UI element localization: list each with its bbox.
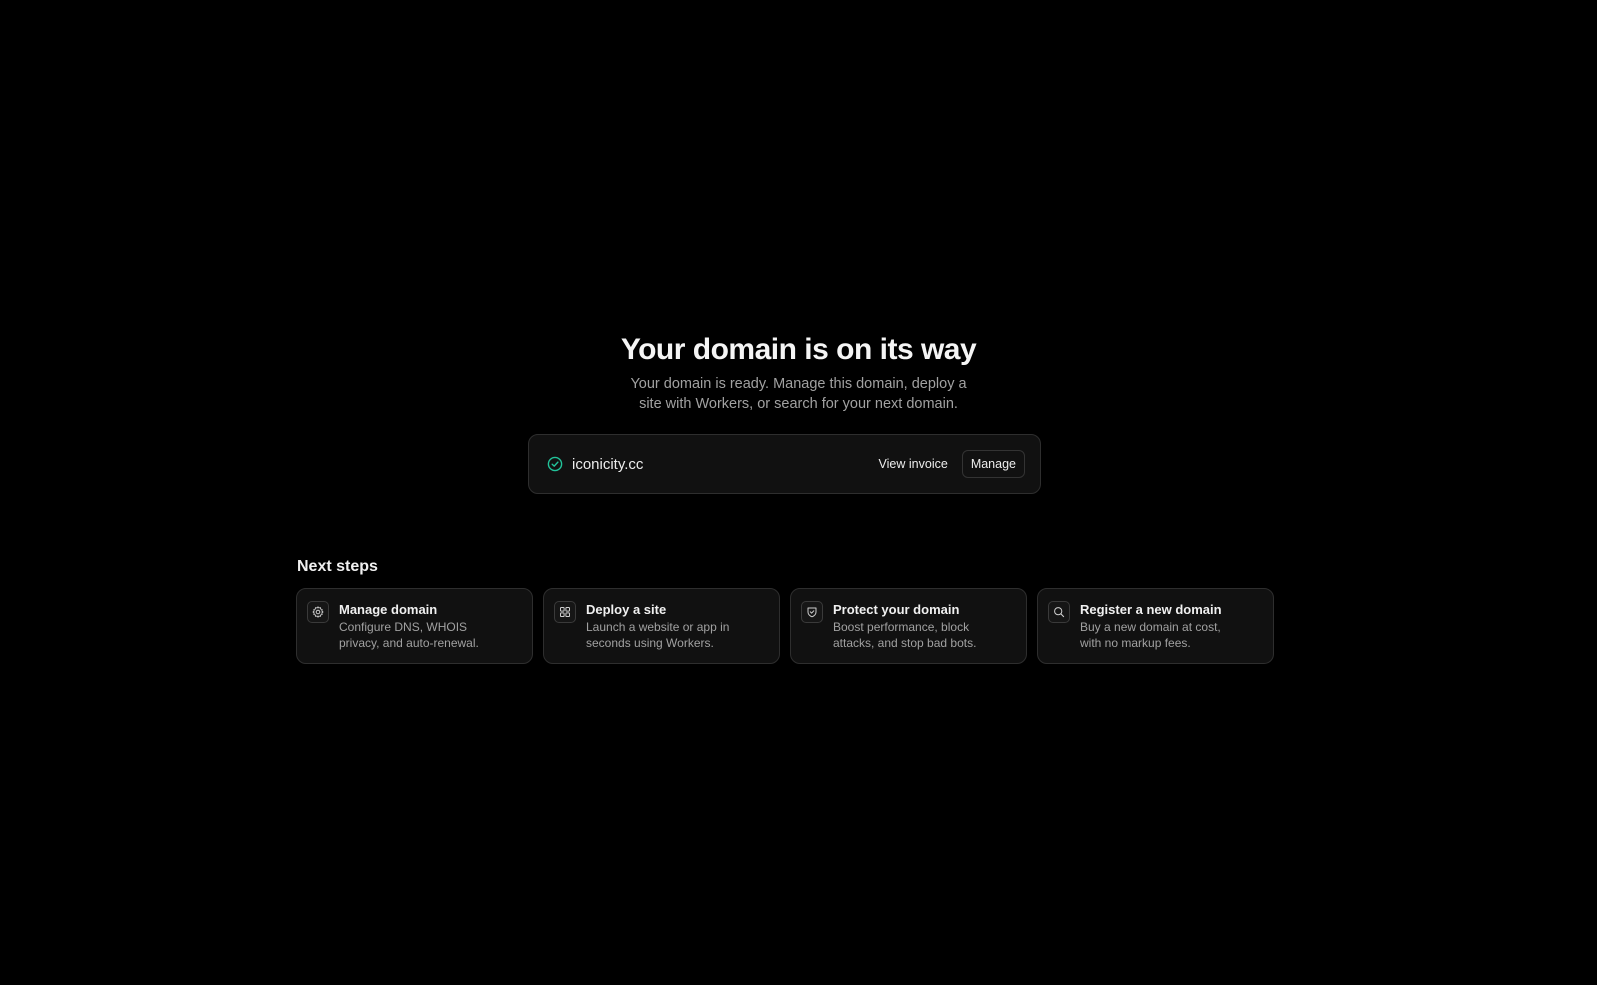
step-description: Launch a website or app in seconds using… [586, 620, 730, 650]
domain-name: iconicity.cc [572, 455, 644, 473]
search-icon [1048, 601, 1070, 623]
manage-button[interactable]: Manage [961, 450, 1025, 478]
step-title: Deploy a site [586, 602, 667, 617]
step-card-manage-domain[interactable]: Manage domain Configure DNS, WHOIS priva… [296, 588, 533, 664]
page: Your domain is on its way Your domain is… [0, 0, 1597, 985]
step-description: Buy a new domain at cost, with no markup… [1080, 620, 1221, 650]
step-description: Boost performance, block attacks, and st… [833, 620, 977, 650]
page-subtitle: Your domain is ready. Manage this domain… [630, 376, 967, 412]
view-invoice-button[interactable]: View invoice [871, 451, 956, 477]
shield-icon [801, 601, 823, 623]
step-card-deploy-site[interactable]: Deploy a site Launch a website or app in… [543, 588, 780, 664]
grid-icon [554, 601, 576, 623]
hero-section: Your domain is on its way Your domain is… [0, 330, 1597, 414]
step-card-protect-domain[interactable]: Protect your domain Boost performance, b… [790, 588, 1027, 664]
check-circle-icon [547, 456, 563, 472]
step-title: Manage domain [339, 602, 438, 617]
gear-icon [307, 601, 329, 623]
next-steps-list: Manage domain Configure DNS, WHOIS priva… [296, 588, 1274, 664]
step-title: Register a new domain [1080, 602, 1222, 617]
step-card-register-domain[interactable]: Register a new domain Buy a new domain a… [1037, 588, 1274, 664]
step-description: Configure DNS, WHOIS privacy, and auto-r… [339, 620, 479, 650]
step-title: Protect your domain [833, 602, 960, 617]
domain-card: iconicity.cc View invoice Manage [528, 434, 1041, 494]
page-title: Your domain is on its way [620, 333, 977, 366]
next-steps-heading: Next steps [297, 558, 378, 575]
